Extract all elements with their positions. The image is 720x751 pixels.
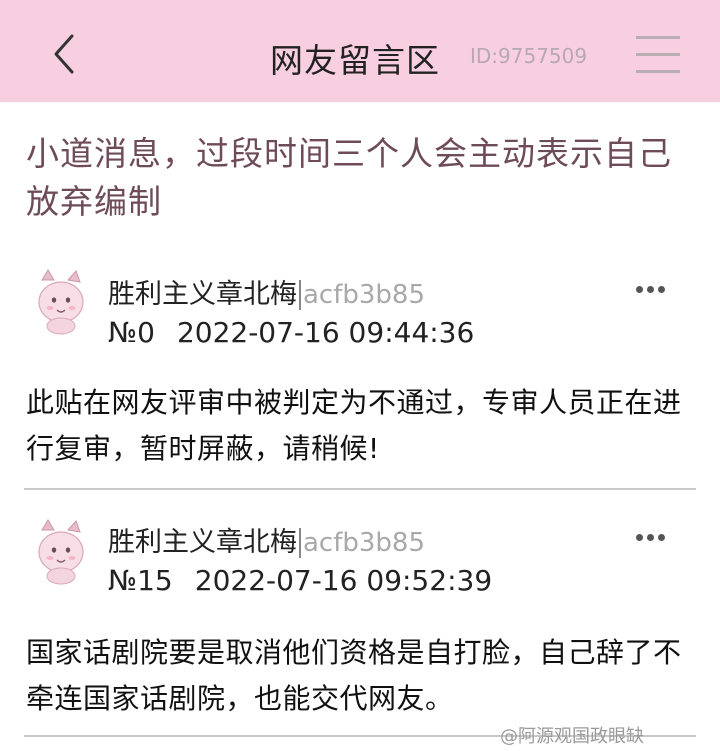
thread-title: 小道消息，过段时间三个人会主动表示自己放弃编制 xyxy=(26,134,672,221)
username-text: 胜利主义章北梅 xyxy=(108,527,297,558)
comment-username[interactable]: 胜利主义章北梅 acfb3b85 xyxy=(108,520,426,559)
user-hash: acfb3b85 xyxy=(299,528,426,558)
more-dots-icon xyxy=(636,278,669,297)
back-button[interactable] xyxy=(40,26,90,82)
comment-meta: №15 2022-07-16 09:52:39 xyxy=(108,564,492,597)
chevron-left-icon xyxy=(54,34,74,74)
user-hash: acfb3b85 xyxy=(299,280,426,310)
comment-meta: №0 2022-07-16 09:44:36 xyxy=(108,316,474,349)
pink-creature-avatar-icon xyxy=(38,269,84,335)
comment-username[interactable]: 胜利主义章北梅 acfb3b85 xyxy=(108,272,426,311)
comment-divider xyxy=(24,488,696,490)
comment-number: №0 xyxy=(108,316,155,349)
more-options-button[interactable] xyxy=(636,526,676,544)
pink-creature-avatar-icon xyxy=(38,519,84,585)
comment-body: 此贴在网友评审中被判定为不通过，专审人员正在进行复审，暂时屏蔽，请稍候! xyxy=(26,386,682,465)
top-header: 网友留言区 ID:9757509 xyxy=(0,0,720,102)
watermark-text: @阿源观国政眼缺 xyxy=(500,726,644,747)
more-dots-icon xyxy=(636,526,669,545)
avatar[interactable] xyxy=(30,516,92,586)
comment-body: 国家话剧院要是取消他们资格是自打脸，自己辞了不牵连国家话剧院，也能交代网友。 xyxy=(26,636,682,715)
page-title: 网友留言区 xyxy=(270,41,440,80)
menu-button[interactable] xyxy=(636,36,684,76)
avatar[interactable] xyxy=(30,266,92,336)
comment-timestamp: 2022-07-16 09:52:39 xyxy=(194,564,493,597)
post-id: ID:9757509 xyxy=(470,44,588,68)
comment-timestamp: 2022-07-16 09:44:36 xyxy=(176,316,475,349)
more-options-button[interactable] xyxy=(636,278,676,296)
comment-number: №15 xyxy=(108,564,173,597)
username-text: 胜利主义章北梅 xyxy=(108,279,297,310)
hamburger-menu-icon xyxy=(636,36,684,73)
